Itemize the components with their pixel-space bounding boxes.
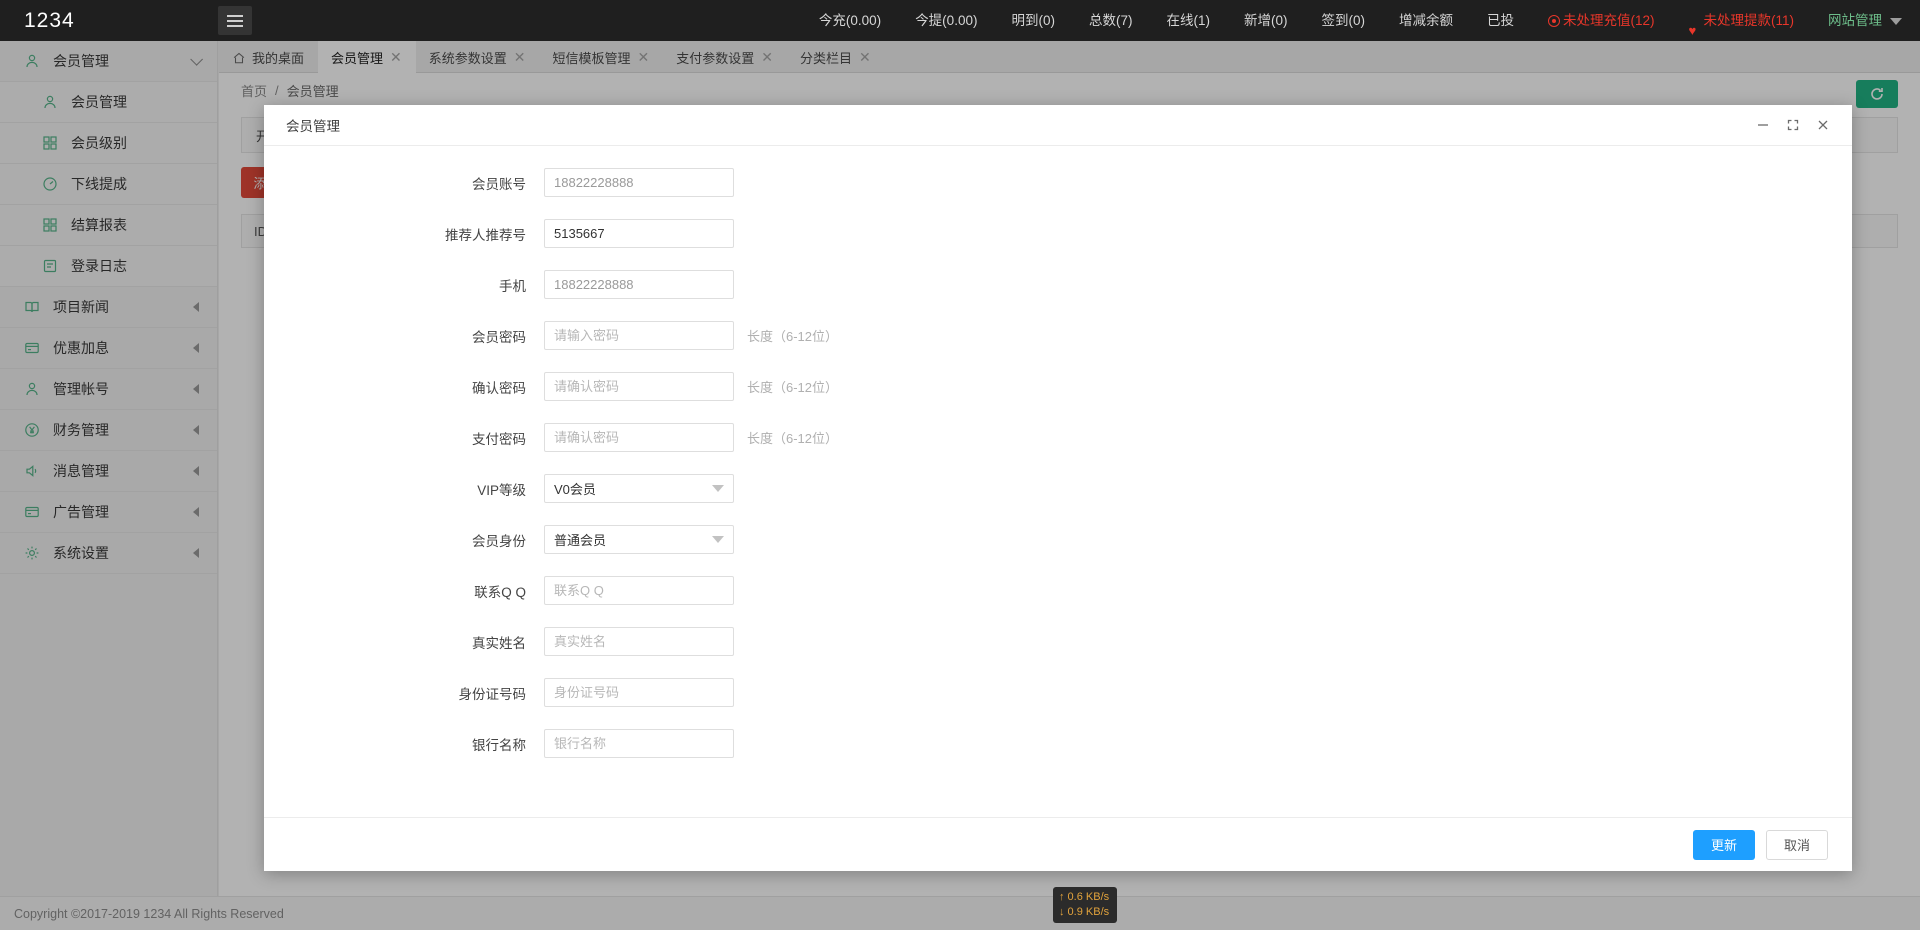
top-nav: 今充(0.00)今提(0.00)明到(0)总数(7)在线(1)新增(0)签到(0… bbox=[252, 0, 1920, 41]
alert-label: 未处理充值(12) bbox=[1563, 13, 1655, 28]
update-button-label: 更新 bbox=[1711, 835, 1737, 854]
field-label: 身份证号码 bbox=[384, 683, 544, 703]
chevron-down-icon bbox=[712, 485, 724, 492]
alert-withdraw[interactable]: 未处理提款(11) bbox=[1671, 0, 1811, 41]
top-nav-item[interactable]: 明到(0) bbox=[994, 0, 1072, 41]
menu-toggle-button[interactable] bbox=[218, 6, 252, 35]
input-2[interactable] bbox=[544, 270, 734, 299]
member-management-dialog: 会员管理 会员账号推荐人推荐号手机会员密码长度（6-12位）确认密码长度（6-1… bbox=[264, 105, 1852, 871]
field-label: 确认密码 bbox=[384, 377, 544, 397]
alert-label: 未处理提款(11) bbox=[1703, 13, 1794, 28]
form-row-0: 会员账号 bbox=[264, 168, 1852, 197]
select-7[interactable]: 普通会员 bbox=[544, 525, 734, 554]
input-8[interactable] bbox=[544, 576, 734, 605]
field-label: 会员密码 bbox=[384, 326, 544, 346]
cancel-button-label: 取消 bbox=[1784, 835, 1810, 854]
cancel-button[interactable]: 取消 bbox=[1766, 830, 1828, 860]
field-label: 银行名称 bbox=[384, 734, 544, 754]
input-10[interactable] bbox=[544, 678, 734, 707]
top-nav-item[interactable]: 已投 bbox=[1470, 0, 1531, 41]
input-11[interactable] bbox=[544, 729, 734, 758]
minimize-icon[interactable] bbox=[1748, 110, 1778, 140]
input-3[interactable] bbox=[544, 321, 734, 350]
field-label: 真实姓名 bbox=[384, 632, 544, 652]
select-6[interactable]: V0会员 bbox=[544, 474, 734, 503]
top-nav-item[interactable]: 签到(0) bbox=[1304, 0, 1382, 41]
form-row-6: VIP等级 V0会员 bbox=[264, 474, 1852, 503]
user-menu-button[interactable]: 网站管理 bbox=[1811, 0, 1908, 41]
chevron-down-icon bbox=[712, 536, 724, 543]
top-bar: 1234 今充(0.00)今提(0.00)明到(0)总数(7)在线(1)新增(0… bbox=[0, 0, 1920, 41]
heart-icon bbox=[1688, 15, 1700, 27]
input-4[interactable] bbox=[544, 372, 734, 401]
form-row-11: 银行名称 bbox=[264, 729, 1852, 758]
form-row-10: 身份证号码 bbox=[264, 678, 1852, 707]
field-label: 手机 bbox=[384, 275, 544, 295]
user-menu-label: 网站管理 bbox=[1828, 13, 1882, 28]
select-value: V0会员 bbox=[554, 479, 596, 498]
hamburger-line bbox=[227, 25, 243, 27]
dialog-title: 会员管理 bbox=[286, 115, 1748, 135]
form-row-9: 真实姓名 bbox=[264, 627, 1852, 656]
select-value: 普通会员 bbox=[554, 530, 606, 549]
form-row-1: 推荐人推荐号 bbox=[264, 219, 1852, 248]
form-row-7: 会员身份普通会员 bbox=[264, 525, 1852, 554]
top-nav-item[interactable]: 今提(0.00) bbox=[898, 0, 994, 41]
dialog-form-body: 会员账号推荐人推荐号手机会员密码长度（6-12位）确认密码长度（6-12位）支付… bbox=[264, 146, 1852, 817]
field-hint: 长度（6-12位） bbox=[747, 428, 838, 447]
dialog-title-bar: 会员管理 bbox=[264, 105, 1852, 146]
field-label: 支付密码 bbox=[384, 428, 544, 448]
close-icon[interactable] bbox=[1808, 110, 1838, 140]
hamburger-line bbox=[227, 20, 243, 22]
top-nav-item[interactable]: 增减余额 bbox=[1382, 0, 1470, 41]
input-0[interactable] bbox=[544, 168, 734, 197]
field-hint: 长度（6-12位） bbox=[747, 326, 838, 345]
hamburger-line bbox=[227, 15, 243, 17]
alert-recharge[interactable]: 未处理充值(12) bbox=[1531, 0, 1672, 41]
top-nav-item[interactable]: 新增(0) bbox=[1227, 0, 1305, 41]
field-label: VIP等级 bbox=[384, 479, 544, 499]
dialog-footer: 更新 取消 bbox=[264, 817, 1852, 871]
upload-speed: ↑ 0.6 KB/s bbox=[1059, 890, 1111, 905]
form-row-3: 会员密码 长度（6-12位） bbox=[264, 321, 1852, 350]
field-label: 推荐人推荐号 bbox=[384, 224, 544, 244]
maximize-icon[interactable] bbox=[1778, 110, 1808, 140]
field-label: 会员身份 bbox=[384, 530, 544, 550]
top-nav-item[interactable]: 今充(0.00) bbox=[802, 0, 898, 41]
top-nav-item[interactable]: 总数(7) bbox=[1072, 0, 1150, 41]
chevron-down-icon bbox=[1890, 18, 1902, 25]
top-nav-item[interactable]: 在线(1) bbox=[1149, 0, 1227, 41]
download-speed: ↓ 0.9 KB/s bbox=[1059, 905, 1111, 920]
app-root: 1234 今充(0.00)今提(0.00)明到(0)总数(7)在线(1)新增(0… bbox=[0, 0, 1920, 930]
form-row-2: 手机 bbox=[264, 270, 1852, 299]
form-row-4: 确认密码 长度（6-12位） bbox=[264, 372, 1852, 401]
input-1[interactable] bbox=[544, 219, 734, 248]
circle-alert-icon bbox=[1548, 15, 1560, 27]
update-button[interactable]: 更新 bbox=[1693, 830, 1755, 860]
field-label: 会员账号 bbox=[384, 173, 544, 193]
form-row-5: 支付密码 长度（6-12位） bbox=[264, 423, 1852, 452]
network-speed-widget: ↑ 0.6 KB/s ↓ 0.9 KB/s bbox=[1053, 887, 1117, 923]
input-9[interactable] bbox=[544, 627, 734, 656]
app-logo: 1234 bbox=[0, 9, 218, 33]
input-5[interactable] bbox=[544, 423, 734, 452]
field-hint: 长度（6-12位） bbox=[747, 377, 838, 396]
field-label: 联系Q Q bbox=[384, 581, 544, 601]
form-row-8: 联系Q Q bbox=[264, 576, 1852, 605]
